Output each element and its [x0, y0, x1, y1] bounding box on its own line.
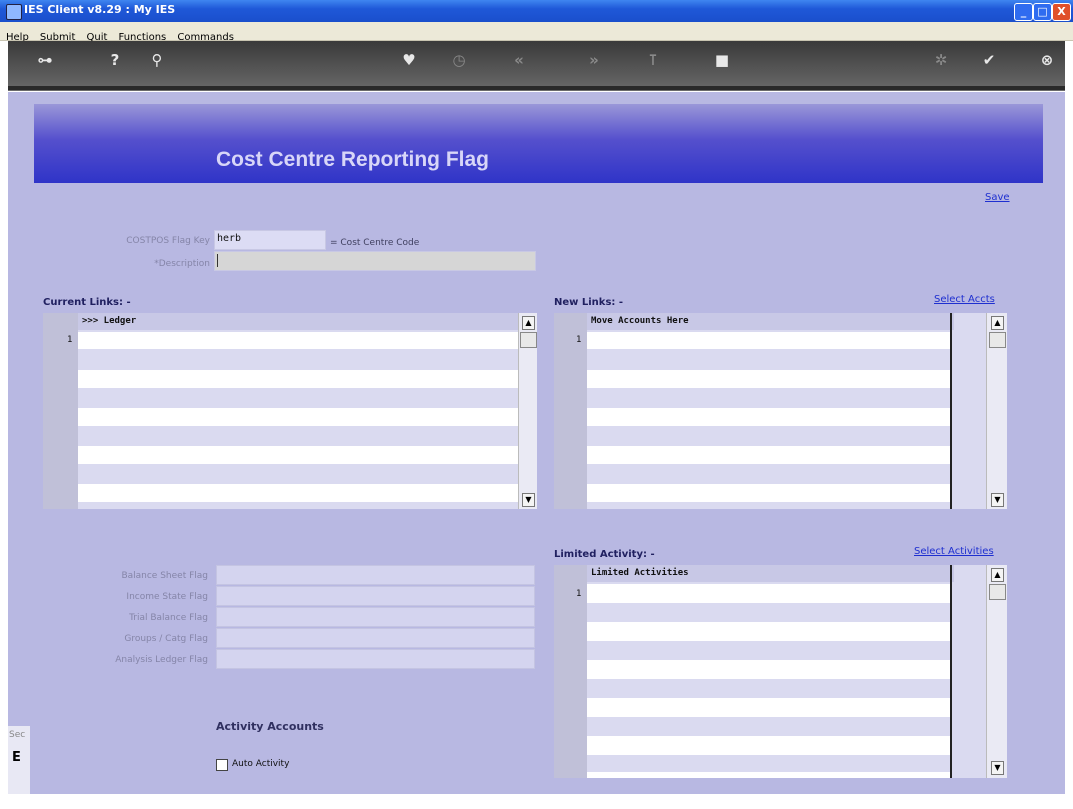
- current-links-scrollbar[interactable]: ▲ ▼: [518, 313, 537, 509]
- trial-balance-flag-field[interactable]: [216, 607, 535, 627]
- side-fragment-letter: E: [12, 750, 21, 765]
- limited-activity-title: Limited Activity: -: [554, 549, 655, 560]
- refresh-icon[interactable]: ✲: [930, 49, 952, 71]
- new-links-title: New Links: -: [554, 297, 624, 308]
- key-field[interactable]: herb: [214, 230, 326, 250]
- key-icon[interactable]: ⊶: [28, 49, 62, 71]
- list-row[interactable]: [78, 408, 518, 426]
- scroll-down-button[interactable]: ▼: [991, 493, 1004, 507]
- maximize-button[interactable]: □: [1033, 3, 1052, 21]
- scroll-up-button[interactable]: ▲: [991, 568, 1004, 582]
- app-icon: [6, 4, 22, 20]
- list-row[interactable]: [587, 408, 950, 426]
- row-number: 1: [576, 335, 582, 345]
- trial-balance-flag-label: Trial Balance Flag: [129, 613, 208, 623]
- current-links-title: Current Links: -: [43, 297, 131, 308]
- row-number: 1: [67, 335, 73, 345]
- auto-activity-label: Auto Activity: [232, 759, 290, 769]
- search-icon[interactable]: ⚲: [146, 49, 168, 71]
- row-number: 1: [576, 589, 582, 599]
- limited-activity-scrollbar[interactable]: ▲ ▼: [986, 565, 1007, 778]
- key-label: COSTPOS Flag Key: [126, 236, 210, 246]
- key-hint: = Cost Centre Code: [330, 238, 420, 248]
- groups-catg-flag-label: Groups / Catg Flag: [124, 634, 208, 644]
- pin-icon[interactable]: ⊺: [642, 49, 664, 71]
- scroll-up-button[interactable]: ▲: [522, 316, 535, 330]
- limited-activity-header: Limited Activities: [587, 565, 954, 582]
- rewind-icon[interactable]: «: [508, 49, 530, 71]
- list-row[interactable]: [587, 736, 950, 755]
- side-fragment-text: Sec: [9, 730, 26, 740]
- current-links-header: >>> Ledger: [78, 313, 522, 330]
- scroll-thumb[interactable]: [989, 332, 1006, 348]
- list-row[interactable]: [78, 332, 518, 349]
- list-row[interactable]: [78, 484, 518, 502]
- scroll-down-button[interactable]: ▼: [991, 761, 1004, 775]
- toolbar-divider: [8, 86, 1065, 90]
- new-links-header: Move Accounts Here: [587, 313, 954, 330]
- scroll-down-button[interactable]: ▼: [522, 493, 535, 507]
- scroll-thumb[interactable]: [989, 584, 1006, 600]
- list-row[interactable]: [587, 370, 950, 388]
- list-row[interactable]: [587, 332, 950, 349]
- fast-forward-icon[interactable]: »: [583, 49, 605, 71]
- save-link[interactable]: Save: [985, 192, 1010, 203]
- window-title: IES Client v8.29 : My IES: [24, 3, 176, 16]
- list-row[interactable]: [78, 370, 518, 388]
- scroll-up-button[interactable]: ▲: [991, 316, 1004, 330]
- analysis-ledger-flag-label: Analysis Ledger Flag: [115, 655, 208, 665]
- list-row[interactable]: [587, 698, 950, 717]
- minimize-button[interactable]: _: [1014, 3, 1033, 21]
- list-row[interactable]: [587, 446, 950, 464]
- balance-sheet-flag-field[interactable]: [216, 565, 535, 585]
- auto-activity-checkbox[interactable]: [216, 759, 228, 771]
- list-row[interactable]: [587, 622, 950, 641]
- close-icon[interactable]: ⊗: [1036, 49, 1058, 71]
- new-links-scrollbar[interactable]: ▲ ▼: [986, 313, 1007, 509]
- heart-icon[interactable]: ♥: [398, 49, 420, 71]
- activity-accounts-title: Activity Accounts: [216, 720, 324, 733]
- limited-activity-list: Limited Activities 1 ▲ ▼: [554, 565, 1007, 778]
- description-field[interactable]: [214, 251, 536, 271]
- balance-sheet-flag-label: Balance Sheet Flag: [121, 571, 208, 581]
- groups-catg-flag-field[interactable]: [216, 628, 535, 648]
- page-title: Cost Centre Reporting Flag: [216, 148, 490, 171]
- menu-bar: Help Submit Quit Functions Commands: [0, 22, 1073, 43]
- new-links-list: Move Accounts Here 1 ▲ ▼: [554, 313, 1007, 509]
- side-panel-fragment: Sec E: [8, 726, 30, 794]
- select-accts-link[interactable]: Select Accts: [934, 294, 995, 305]
- current-links-list: >>> Ledger 1 ▲ ▼: [43, 313, 537, 509]
- scroll-thumb[interactable]: [520, 332, 537, 348]
- income-state-flag-field[interactable]: [216, 586, 535, 606]
- analysis-ledger-flag-field[interactable]: [216, 649, 535, 669]
- clock-icon[interactable]: ◷: [448, 49, 470, 71]
- key-value: herb: [217, 233, 242, 244]
- description-label: *Description: [154, 259, 210, 269]
- income-state-flag-label: Income State Flag: [126, 592, 208, 602]
- stop-icon[interactable]: ■: [711, 49, 733, 71]
- status-bar: [8, 794, 1065, 809]
- check-icon[interactable]: ✔: [978, 49, 1000, 71]
- close-window-button[interactable]: X: [1052, 3, 1071, 21]
- text-cursor: [217, 254, 218, 267]
- select-activities-link[interactable]: Select Activities: [914, 546, 994, 557]
- list-row[interactable]: [587, 484, 950, 502]
- list-row[interactable]: [587, 660, 950, 679]
- page-header: [34, 104, 1043, 183]
- help-icon[interactable]: ?: [104, 49, 126, 71]
- list-row[interactable]: [78, 446, 518, 464]
- list-row[interactable]: [587, 772, 950, 778]
- list-row[interactable]: [587, 584, 950, 603]
